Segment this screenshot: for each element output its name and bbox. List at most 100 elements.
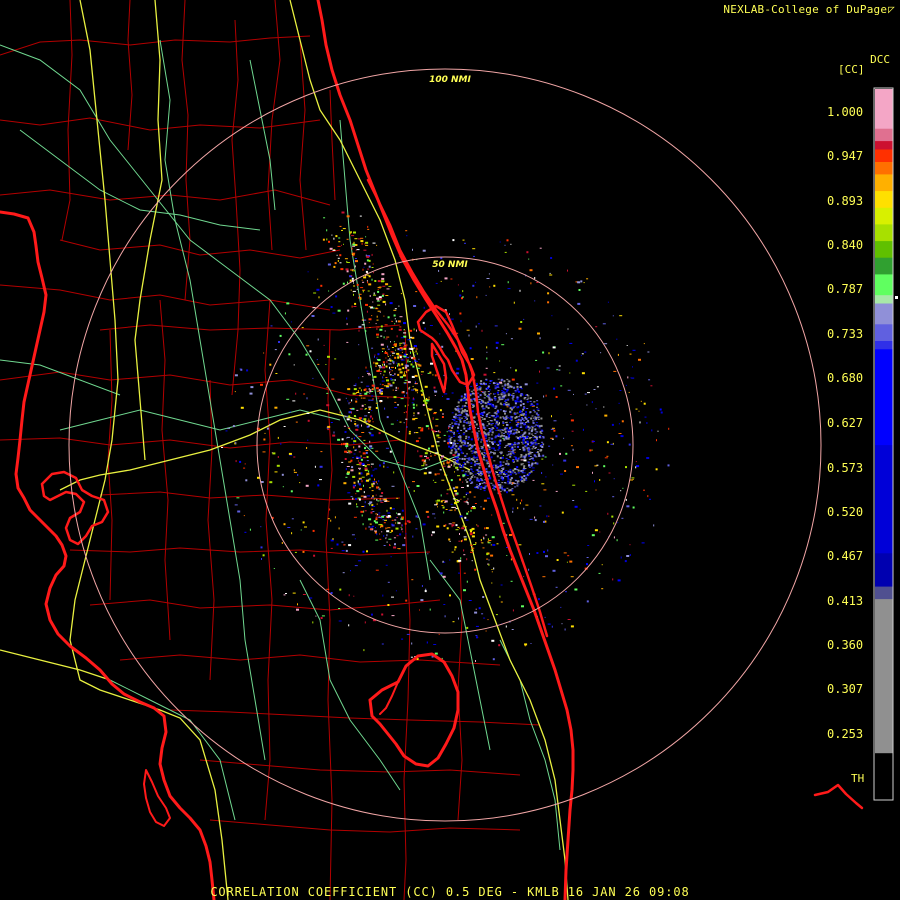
radar-echo-pixel bbox=[497, 400, 500, 402]
radar-echo-pixel bbox=[523, 472, 526, 474]
radar-echo-pixel bbox=[640, 400, 642, 402]
radar-echo-pixel bbox=[358, 560, 362, 562]
radar-echo-pixel bbox=[364, 388, 367, 391]
radar-echo-pixel bbox=[341, 461, 344, 463]
radar-echo-pixel bbox=[412, 248, 413, 251]
radar-echo-pixel bbox=[372, 511, 375, 512]
radar-echo-pixel bbox=[365, 451, 368, 454]
radar-echo-pixel bbox=[434, 390, 438, 393]
radar-echo-pixel bbox=[476, 477, 479, 479]
radar-echo-pixel bbox=[472, 507, 476, 510]
radar-echo-pixel bbox=[307, 419, 310, 422]
radar-echo-pixel bbox=[464, 516, 467, 519]
radar-echo-pixel bbox=[443, 461, 445, 464]
radar-echo-pixel bbox=[497, 394, 500, 396]
radar-echo-pixel bbox=[328, 290, 330, 292]
radar-echo-pixel bbox=[362, 397, 366, 399]
radar-echo-pixel bbox=[455, 486, 459, 489]
radar-echo-pixel bbox=[316, 288, 320, 291]
radar-echo-pixel bbox=[478, 486, 481, 488]
radar-echo-pixel bbox=[347, 492, 351, 494]
radar-echo-pixel bbox=[364, 445, 366, 447]
radar-echo-pixel bbox=[453, 448, 456, 450]
radar-echo-pixel bbox=[535, 413, 538, 415]
radar-echo-pixel bbox=[376, 300, 380, 302]
radar-echo-pixel bbox=[523, 467, 525, 470]
radar-echo-pixel bbox=[374, 497, 376, 499]
radar-echo-pixel bbox=[486, 346, 488, 349]
radar-echo-pixel bbox=[520, 393, 523, 395]
radar-echo-pixel bbox=[424, 402, 428, 405]
radar-echo-pixel bbox=[484, 485, 487, 488]
color-scale-segment bbox=[875, 349, 893, 446]
radar-echo-pixel bbox=[435, 282, 438, 284]
radar-echo-pixel bbox=[531, 457, 534, 459]
radar-echo-pixel bbox=[514, 468, 517, 470]
radar-echo-pixel bbox=[386, 527, 388, 529]
radar-echo-pixel bbox=[505, 470, 508, 471]
radar-echo-pixel bbox=[513, 406, 515, 408]
radar-echo-pixel bbox=[372, 263, 374, 265]
radar-echo-pixel bbox=[539, 337, 541, 340]
radar-echo-pixel bbox=[460, 441, 463, 444]
radar-echo-pixel bbox=[483, 451, 486, 453]
radar-echo-pixel bbox=[342, 442, 346, 445]
radar-echo-pixel bbox=[432, 479, 434, 481]
radar-echo-pixel bbox=[372, 469, 375, 471]
radar-echo-pixel bbox=[513, 386, 516, 389]
radar-echo-pixel bbox=[477, 525, 479, 528]
radar-echo-pixel bbox=[362, 550, 365, 553]
radar-echo-pixel bbox=[586, 278, 589, 280]
radar-echo-pixel bbox=[502, 410, 505, 413]
radar-echo-pixel bbox=[485, 415, 488, 418]
radar-echo-pixel bbox=[332, 434, 336, 437]
radar-echo-pixel bbox=[530, 403, 533, 405]
radar-echo-pixel bbox=[487, 542, 491, 544]
radar-echo-pixel bbox=[507, 393, 510, 395]
radar-echo-pixel bbox=[465, 401, 468, 404]
radar-echo-pixel bbox=[499, 465, 502, 467]
radar-echo-pixel bbox=[356, 506, 359, 508]
radar-echo-pixel bbox=[355, 497, 357, 500]
radar-echo-pixel bbox=[399, 326, 402, 328]
radar-echo-pixel bbox=[543, 520, 545, 523]
radar-echo-pixel bbox=[481, 542, 484, 544]
radar-echo-pixel bbox=[516, 396, 519, 399]
range-ring-label-100: 100 NMI bbox=[429, 75, 471, 85]
radar-echo-pixel bbox=[558, 369, 561, 371]
radar-echo-pixel bbox=[275, 373, 278, 374]
radar-echo-pixel bbox=[398, 364, 401, 367]
radar-echo-pixel bbox=[613, 370, 617, 372]
radar-echo-pixel bbox=[504, 251, 507, 253]
radar-echo-pixel bbox=[443, 604, 446, 605]
radar-echo-pixel bbox=[620, 435, 624, 438]
radar-echo-pixel bbox=[367, 464, 370, 466]
radar-echo-pixel bbox=[416, 485, 420, 487]
radar-echo-pixel bbox=[360, 240, 364, 243]
radar-echo-pixel bbox=[508, 445, 511, 448]
radar-echo-pixel bbox=[334, 516, 336, 519]
radar-echo-pixel bbox=[359, 488, 362, 491]
radar-echo-pixel bbox=[475, 325, 477, 328]
radar-echo-pixel bbox=[454, 413, 457, 416]
radar-echo-pixel bbox=[451, 426, 454, 429]
radar-echo-pixel bbox=[503, 489, 506, 492]
radar-echo-pixel bbox=[405, 533, 407, 535]
radar-echo-pixel bbox=[524, 413, 527, 416]
radar-echo-pixel bbox=[444, 277, 448, 280]
radar-echo-pixel bbox=[364, 262, 367, 265]
radar-echo-pixel bbox=[368, 399, 371, 401]
radar-echo-pixel bbox=[450, 436, 453, 438]
radar-echo-pixel bbox=[323, 344, 325, 346]
radar-echo-pixel bbox=[494, 411, 497, 414]
radar-echo-pixel bbox=[386, 516, 390, 518]
radar-echo-pixel bbox=[440, 458, 442, 460]
radar-echo-pixel bbox=[569, 342, 573, 344]
radar-echo-pixel bbox=[348, 624, 350, 627]
radar-echo-pixel bbox=[358, 417, 362, 420]
radar-echo-pixel bbox=[467, 442, 469, 445]
radar-echo-pixel bbox=[521, 499, 523, 502]
radar-echo-pixel bbox=[369, 390, 372, 393]
radar-echo-pixel bbox=[389, 384, 393, 387]
radar-echo-pixel bbox=[561, 623, 563, 625]
